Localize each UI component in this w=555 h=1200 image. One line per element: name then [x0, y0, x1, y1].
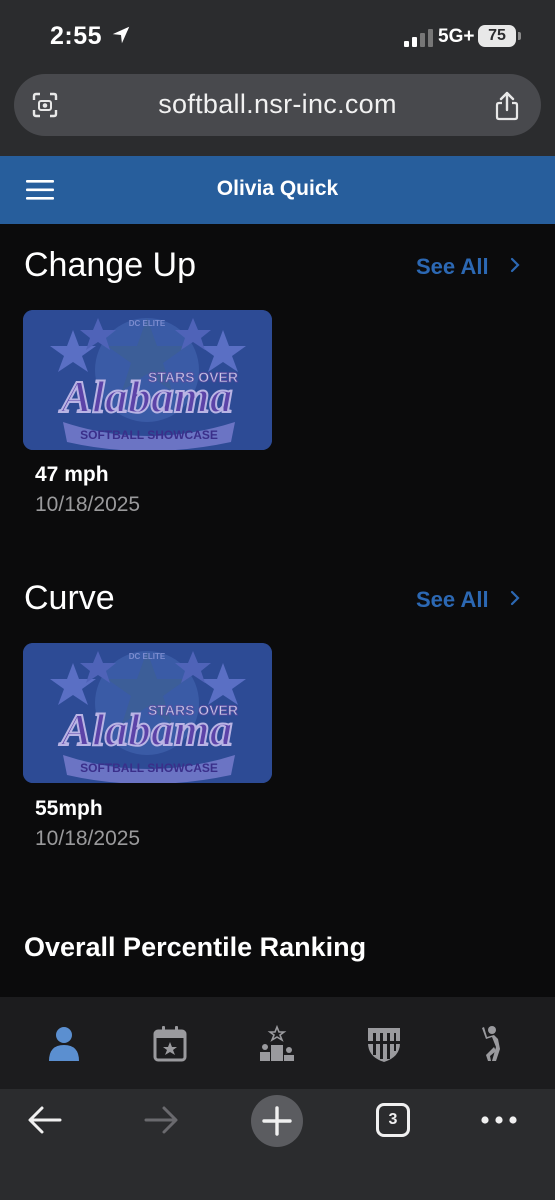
more-options-icon[interactable] — [480, 1115, 518, 1125]
logo-bottom-text: SOFTBALL SHOWCASE — [80, 761, 218, 775]
pitch-speed: 47 mph — [35, 463, 109, 486]
logo-top-text: DC ELITE — [129, 652, 166, 661]
pitch-speed: 55mph — [35, 797, 103, 820]
event-logo-image[interactable]: DC ELITE STARS OVER Alabama SOFTBALL SHO… — [23, 310, 272, 450]
stars-over-alabama-logo: DC ELITE STARS OVER Alabama SOFTBALL SHO… — [23, 310, 272, 450]
forward-arrow-icon[interactable] — [142, 1105, 180, 1135]
logo-main-text: Alabama — [58, 704, 232, 755]
address-bar[interactable]: softball.nsr-inc.com — [14, 74, 541, 136]
back-arrow-icon[interactable] — [26, 1105, 64, 1135]
section-title: Curve — [24, 579, 115, 617]
see-all-label[interactable]: See All — [416, 254, 489, 279]
section-title: Change Up — [24, 246, 197, 284]
browser-address-area: softball.nsr-inc.com — [0, 70, 555, 156]
page-title: Olivia Quick — [216, 177, 339, 200]
calendar-tab-icon[interactable] — [152, 1025, 188, 1063]
chevron-right-icon — [510, 590, 520, 606]
location-arrow-icon — [112, 26, 130, 44]
tabs-count-button[interactable]: 3 — [376, 1103, 410, 1137]
see-all-link[interactable]: See All — [416, 254, 520, 280]
app-header: Olivia Quick — [0, 156, 555, 224]
status-time: 2:55 — [50, 22, 103, 50]
pitcher-tab-icon[interactable] — [472, 1025, 508, 1063]
see-all-label[interactable]: See All — [416, 587, 489, 612]
network-type: 5G+ — [438, 26, 475, 47]
chevron-right-icon — [510, 257, 520, 273]
pitch-date: 10/18/2025 — [35, 827, 141, 850]
new-tab-plus-icon[interactable] — [250, 1094, 304, 1148]
browser-toolbar: 3 — [0, 1089, 555, 1200]
profile-tab-icon[interactable] — [46, 1025, 82, 1063]
logo-top-text: DC ELITE — [129, 319, 166, 328]
status-bar: 2:55 5G+ 75 — [0, 0, 555, 70]
battery-level: 75 — [478, 25, 516, 47]
cellular-signal-icon — [404, 29, 433, 47]
url-text[interactable]: softball.nsr-inc.com — [14, 89, 541, 120]
logo-main-text: Alabama — [58, 371, 232, 422]
event-logo-image[interactable]: DC ELITE STARS OVER Alabama SOFTBALL SHO… — [23, 643, 272, 783]
see-all-link[interactable]: See All — [416, 587, 520, 613]
logo-bottom-text: SOFTBALL SHOWCASE — [80, 428, 218, 442]
app-tab-bar — [0, 997, 555, 1089]
share-icon[interactable] — [494, 91, 520, 121]
rankings-tab-icon[interactable] — [259, 1025, 295, 1063]
team-shield-tab-icon[interactable] — [366, 1025, 402, 1063]
pitch-date: 10/18/2025 — [35, 493, 141, 516]
percentile-heading: Overall Percentile Ranking — [24, 932, 367, 962]
battery-tip — [518, 32, 521, 40]
stars-over-alabama-logo: DC ELITE STARS OVER Alabama SOFTBALL SHO… — [23, 643, 272, 783]
